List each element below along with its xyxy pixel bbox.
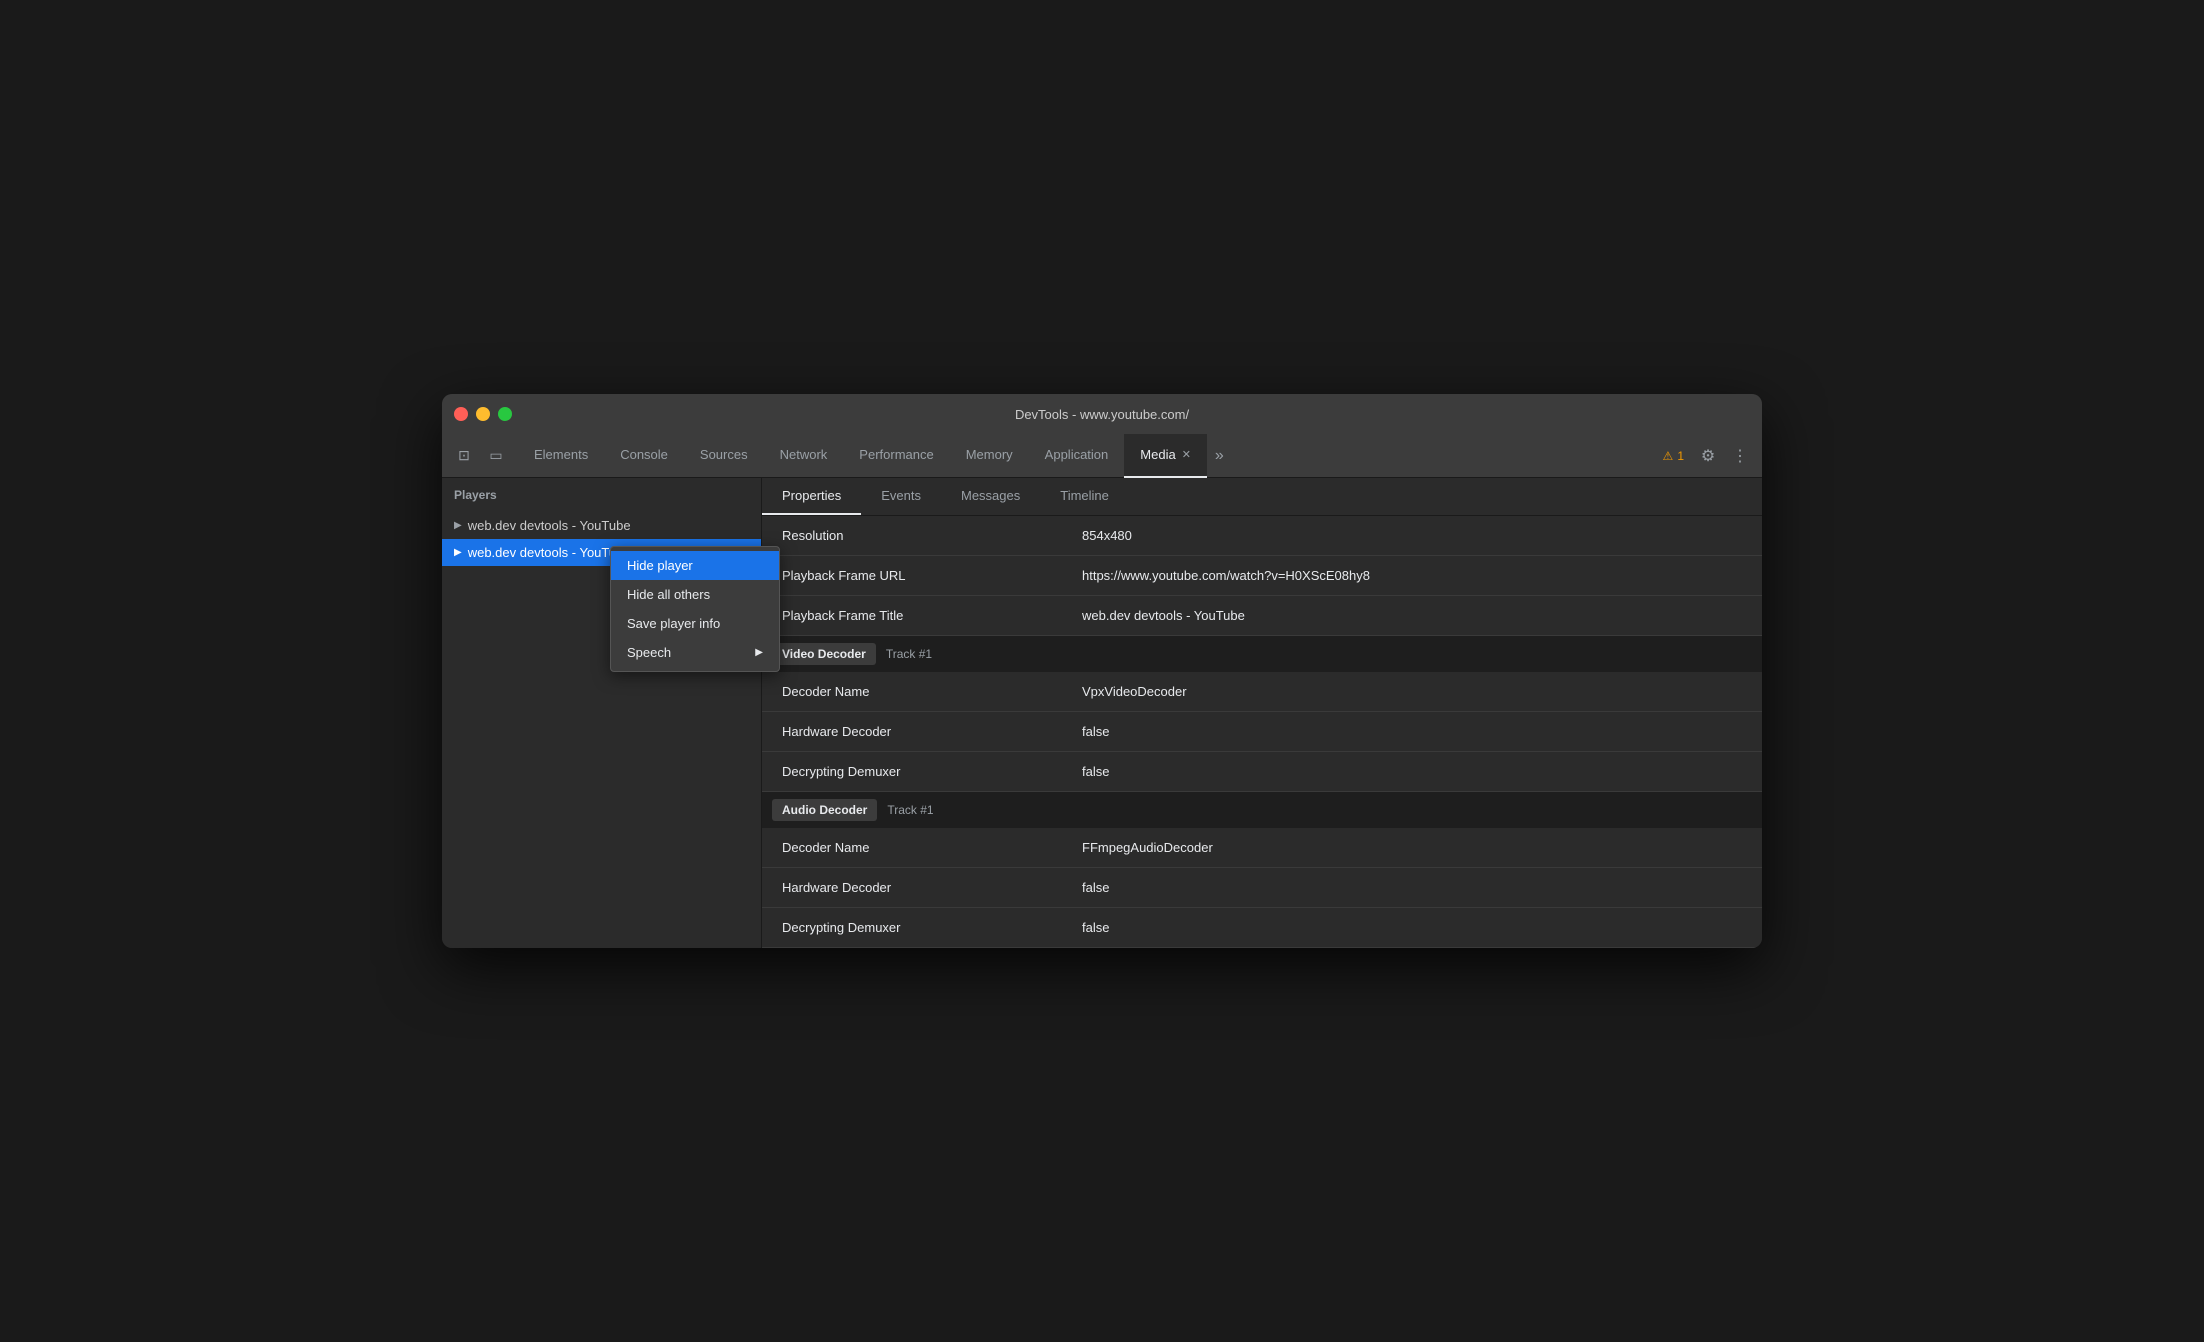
speech-submenu-arrow-icon: ▶ <box>755 647 763 658</box>
tab-performance[interactable]: Performance <box>843 434 949 478</box>
close-button[interactable] <box>454 407 468 421</box>
audio-decoder-section-header: Audio Decoder Track #1 <box>762 792 1762 828</box>
audio-prop-row-decoder-name: Decoder Name FFmpegAudioDecoder <box>762 828 1762 868</box>
video-prop-label-hardware-decoder: Hardware Decoder <box>762 714 1062 749</box>
maximize-button[interactable] <box>498 407 512 421</box>
minimize-button[interactable] <box>476 407 490 421</box>
video-prop-row-decoder-name: Decoder Name VpxVideoDecoder <box>762 672 1762 712</box>
prop-label-playback-title: Playback Frame Title <box>762 598 1062 633</box>
audio-prop-value-hardware-decoder: false <box>1062 870 1762 905</box>
audio-prop-label-decrypting-demuxer: Decrypting Demuxer <box>762 910 1062 945</box>
video-prop-value-decoder-name: VpxVideoDecoder <box>1062 674 1762 709</box>
tab-media-close-icon[interactable]: ✕ <box>1182 448 1191 461</box>
audio-prop-row-hardware-decoder: Hardware Decoder false <box>762 868 1762 908</box>
ctx-save-player-info[interactable]: Save player info <box>611 609 779 638</box>
audio-prop-value-decoder-name: FFmpegAudioDecoder <box>1062 830 1762 865</box>
main-tab-bar: Elements Console Sources Network Perform… <box>518 434 1657 478</box>
sub-tab-properties[interactable]: Properties <box>762 478 861 515</box>
video-prop-value-decrypting-demuxer: false <box>1062 754 1762 789</box>
window-title: DevTools - www.youtube.com/ <box>1015 407 1189 422</box>
tab-network[interactable]: Network <box>764 434 844 478</box>
audio-prop-label-decoder-name: Decoder Name <box>762 830 1062 865</box>
properties-table: Resolution 854x480 Playback Frame URL ht… <box>762 516 1762 948</box>
ctx-hide-player[interactable]: Hide player <box>611 551 779 580</box>
video-prop-row-decrypting-demuxer: Decrypting Demuxer false <box>762 752 1762 792</box>
video-prop-label-decrypting-demuxer: Decrypting Demuxer <box>762 754 1062 789</box>
video-decoder-section-header: Video Decoder Track #1 <box>762 636 1762 672</box>
audio-prop-row-decrypting-demuxer: Decrypting Demuxer false <box>762 908 1762 948</box>
tab-sources[interactable]: Sources <box>684 434 764 478</box>
tab-memory[interactable]: Memory <box>950 434 1029 478</box>
prop-value-playback-url: https://www.youtube.com/watch?v=H0XScE08… <box>1062 558 1762 593</box>
sub-tab-messages[interactable]: Messages <box>941 478 1040 515</box>
device-toolbar-icon[interactable]: ▭ <box>482 442 510 470</box>
tab-application[interactable]: Application <box>1029 434 1125 478</box>
devtools-window: DevTools - www.youtube.com/ ⊡ ▭ Elements… <box>442 394 1762 948</box>
more-icon[interactable]: ⋮ <box>1726 442 1754 470</box>
warning-badge[interactable]: ⚠ 1 <box>1657 447 1690 465</box>
warning-icon: ⚠ <box>1663 449 1674 463</box>
sub-tab-bar: Properties Events Messages Timeline <box>762 478 1762 516</box>
warning-count: 1 <box>1677 449 1684 463</box>
player2-arrow-icon: ▶ <box>454 547 462 558</box>
toolbar-icon-group: ⊡ ▭ <box>450 442 510 470</box>
prop-value-resolution: 854x480 <box>1062 518 1762 553</box>
sidebar: Players ▶ web.dev devtools - YouTube ▶ w… <box>442 478 762 948</box>
player1-label: web.dev devtools - YouTube <box>468 518 631 533</box>
video-prop-row-hardware-decoder: Hardware Decoder false <box>762 712 1762 752</box>
toolbar-right: ⚠ 1 ⚙ ⋮ <box>1657 442 1754 470</box>
audio-prop-label-hardware-decoder: Hardware Decoder <box>762 870 1062 905</box>
player2-label: web.dev devtools - YouTube <box>468 545 631 560</box>
prop-row-resolution: Resolution 854x480 <box>762 516 1762 556</box>
audio-decoder-track: Track #1 <box>887 803 933 817</box>
prop-label-playback-url: Playback Frame URL <box>762 558 1062 593</box>
video-decoder-label: Video Decoder <box>772 643 876 665</box>
select-element-icon[interactable]: ⊡ <box>450 442 478 470</box>
tab-console[interactable]: Console <box>604 434 684 478</box>
context-menu: Hide player Hide all others Save player … <box>610 546 780 672</box>
ctx-speech[interactable]: Speech ▶ <box>611 638 779 667</box>
tab-media[interactable]: Media ✕ <box>1124 434 1207 478</box>
sub-tab-events[interactable]: Events <box>861 478 941 515</box>
prop-label-resolution: Resolution <box>762 518 1062 553</box>
player1-arrow-icon: ▶ <box>454 520 462 531</box>
tab-overflow-icon[interactable]: » <box>1207 447 1232 465</box>
ctx-hide-all-others[interactable]: Hide all others <box>611 580 779 609</box>
title-bar: DevTools - www.youtube.com/ <box>442 394 1762 434</box>
settings-icon[interactable]: ⚙ <box>1694 442 1722 470</box>
prop-value-playback-title: web.dev devtools - YouTube <box>1062 598 1762 633</box>
prop-row-playback-url: Playback Frame URL https://www.youtube.c… <box>762 556 1762 596</box>
video-prop-value-hardware-decoder: false <box>1062 714 1762 749</box>
prop-row-playback-title: Playback Frame Title web.dev devtools - … <box>762 596 1762 636</box>
panel: Properties Events Messages Timeline Reso… <box>762 478 1762 948</box>
traffic-lights <box>454 407 512 421</box>
video-decoder-track: Track #1 <box>886 647 932 661</box>
tab-elements[interactable]: Elements <box>518 434 604 478</box>
sidebar-item-player1[interactable]: ▶ web.dev devtools - YouTube <box>442 512 761 539</box>
sub-tab-timeline[interactable]: Timeline <box>1040 478 1129 515</box>
video-prop-label-decoder-name: Decoder Name <box>762 674 1062 709</box>
audio-prop-value-decrypting-demuxer: false <box>1062 910 1762 945</box>
sidebar-header: Players <box>442 478 761 512</box>
main-content: Players ▶ web.dev devtools - YouTube ▶ w… <box>442 478 1762 948</box>
audio-decoder-label: Audio Decoder <box>772 799 877 821</box>
main-toolbar: ⊡ ▭ Elements Console Sources Network Per… <box>442 434 1762 478</box>
